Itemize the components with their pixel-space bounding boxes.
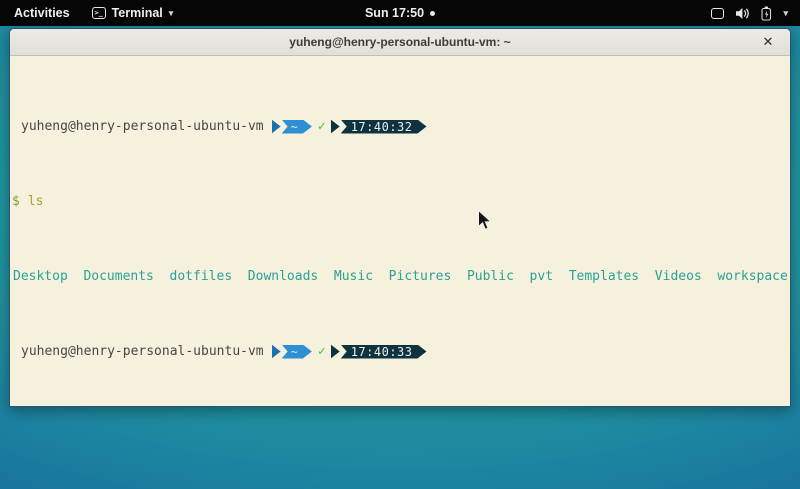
prompt-user-host: yuheng@henry-personal-ubuntu-vm — [21, 119, 264, 134]
prompt-time-segment: 17:40:33 — [341, 345, 427, 359]
window-titlebar[interactable]: yuheng@henry-personal-ubuntu-vm: ~ ✕ — [10, 29, 790, 56]
close-icon[interactable]: ✕ — [759, 34, 777, 50]
typed-command: ls — [28, 194, 44, 209]
terminal-window: yuheng@henry-personal-ubuntu-vm: ~ ✕ yuh… — [9, 28, 791, 407]
activities-label: Activities — [14, 6, 70, 20]
powerline-chevron-icon — [272, 120, 281, 134]
powerline-chevron-icon — [331, 345, 340, 359]
prompt-path-segment: ~ — [282, 345, 312, 359]
system-tray[interactable]: ▾ — [699, 0, 800, 26]
terminal-app-icon: >_ — [92, 7, 106, 19]
powerline-chevron-icon — [331, 120, 340, 134]
notification-dot-icon — [430, 11, 435, 16]
app-menu-terminal[interactable]: >_ Terminal ▾ — [84, 0, 182, 26]
prompt-line: yuheng@henry-personal-ubuntu-vm ~ ✓ 17:4… — [12, 344, 788, 359]
powerline-prompt: ~ ✓ 17:40:33 — [272, 345, 427, 359]
tray-chevron-down-icon[interactable]: ▾ — [783, 8, 788, 19]
top-bar: Activities >_ Terminal ▾ Sun 17:50 ▾ — [0, 0, 800, 26]
prompt-line: yuheng@henry-personal-ubuntu-vm ~ ✓ 17:4… — [12, 119, 788, 134]
prompt-user-host: yuheng@henry-personal-ubuntu-vm — [21, 344, 264, 359]
clock-label: Sun 17:50 — [365, 6, 424, 20]
prompt-symbol: $ — [12, 194, 20, 209]
command-line: $ ls — [12, 194, 788, 209]
status-check-icon: ✓ — [318, 119, 326, 134]
chevron-down-icon: ▾ — [169, 8, 174, 19]
window-title: yuheng@henry-personal-ubuntu-vm: ~ — [289, 35, 510, 49]
ls-output-line: Desktop Documents dotfiles Downloads Mus… — [12, 269, 788, 284]
prompt-path-segment: ~ — [282, 120, 312, 134]
powerline-prompt: ~ ✓ 17:40:32 — [272, 120, 427, 134]
screen-icon[interactable] — [711, 8, 724, 19]
clock-button[interactable]: Sun 17:50 — [365, 0, 435, 26]
volume-icon[interactable] — [735, 7, 750, 20]
app-menu-label: Terminal — [112, 6, 163, 20]
battery-charging-icon[interactable] — [761, 6, 772, 21]
status-check-icon: ✓ — [318, 344, 326, 359]
powerline-chevron-icon — [272, 345, 281, 359]
activities-button[interactable]: Activities — [0, 0, 84, 26]
terminal-content[interactable]: yuheng@henry-personal-ubuntu-vm ~ ✓ 17:4… — [10, 56, 790, 407]
ls-output: Desktop Documents dotfiles Downloads Mus… — [12, 269, 788, 284]
prompt-time-segment: 17:40:32 — [341, 120, 427, 134]
